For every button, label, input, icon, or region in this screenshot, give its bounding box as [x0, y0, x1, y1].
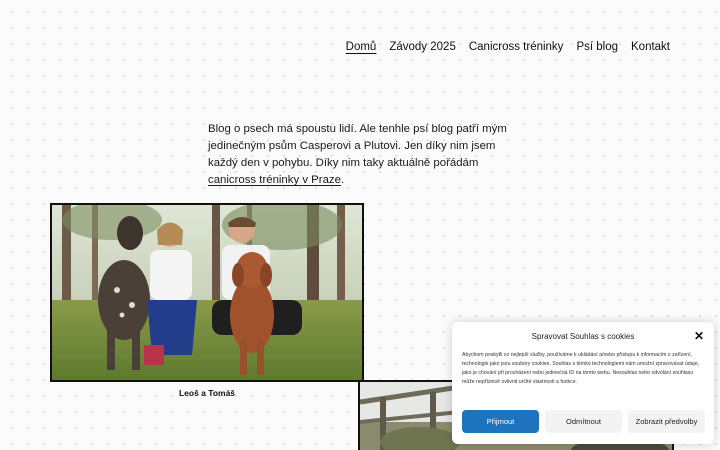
nav-item-blog[interactable]: Psí blog [576, 41, 618, 53]
cookie-buttons: Přijmout Odmítnout Zobrazit předvolby [462, 410, 705, 433]
deny-button[interactable]: Odmítnout [545, 410, 622, 433]
close-icon[interactable]: ✕ [694, 330, 704, 342]
intro-paragraph: Blog o psech má spoustu lidí. Ale tenhle… [208, 121, 514, 189]
canicross-link[interactable]: canicross tréninky v Praze [208, 174, 341, 186]
accept-button[interactable]: Přijmout [462, 410, 539, 433]
photo-dogs-people [50, 203, 364, 382]
main-nav: Domů Závody 2025 Canicross tréninky Psí … [346, 41, 670, 53]
nav-item-zavody[interactable]: Závody 2025 [389, 41, 456, 53]
photo-dogs-people-image [52, 205, 362, 380]
cookie-banner: Spravovat Souhlas s cookies ✕ Abychom po… [452, 322, 714, 444]
nav-item-kontakt[interactable]: Kontakt [631, 41, 670, 53]
photo-caption: Leoš a Tomáš [178, 388, 236, 398]
intro-text: Blog o psech má spoustu lidí. Ale tenhle… [208, 123, 507, 169]
nav-item-canicross[interactable]: Canicross tréninky [469, 41, 564, 53]
cookie-text: Abychom poskytli co nejlepší služby, pou… [462, 352, 700, 385]
cookie-title: Spravovat Souhlas s cookies [531, 332, 635, 341]
intro-end: . [340, 174, 345, 186]
nav-item-domu[interactable]: Domů [346, 41, 377, 53]
preferences-button[interactable]: Zobrazit předvolby [628, 410, 705, 433]
